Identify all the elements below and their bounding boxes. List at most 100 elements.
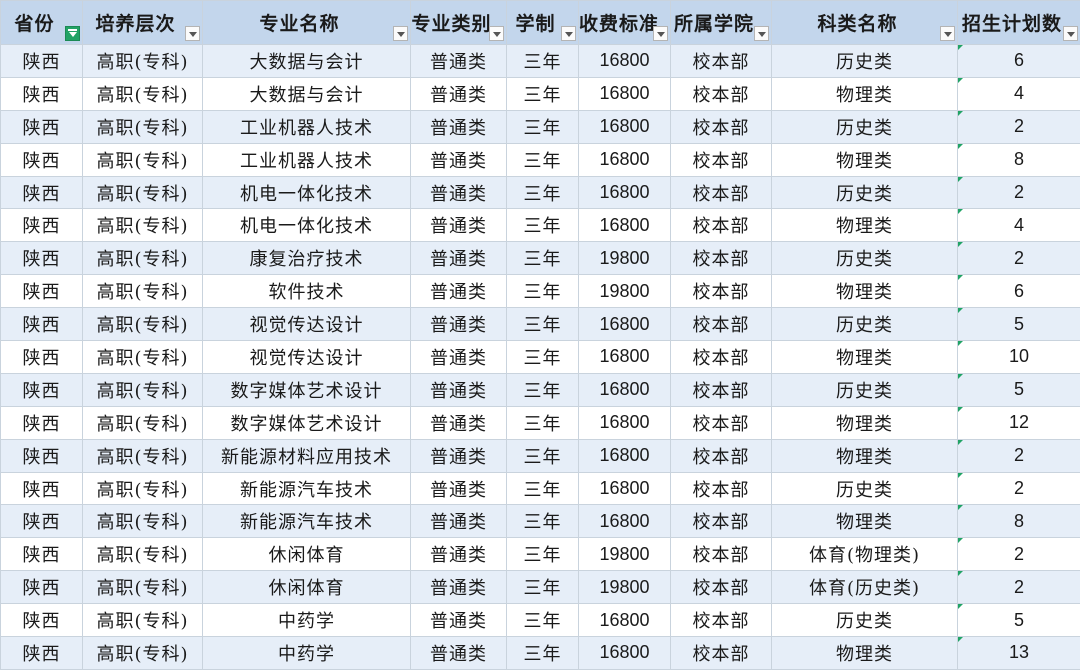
cell-province[interactable]: 陕西: [1, 637, 83, 670]
filter-dropdown-icon[interactable]: [185, 26, 200, 41]
cell-major[interactable]: 数字媒体艺术设计: [203, 406, 411, 439]
cell-subject[interactable]: 体育(物理类): [772, 538, 958, 571]
cell-plan[interactable]: 5: [958, 308, 1080, 341]
cell-college[interactable]: 校本部: [671, 275, 772, 308]
cell-duration[interactable]: 三年: [507, 373, 579, 406]
cell-subject[interactable]: 历史类: [772, 373, 958, 406]
cell-plan[interactable]: 2: [958, 439, 1080, 472]
filter-dropdown-icon[interactable]: [940, 26, 955, 41]
cell-fee[interactable]: 16800: [579, 45, 671, 78]
cell-province[interactable]: 陕西: [1, 176, 83, 209]
cell-college[interactable]: 校本部: [671, 242, 772, 275]
cell-duration[interactable]: 三年: [507, 439, 579, 472]
cell-duration[interactable]: 三年: [507, 604, 579, 637]
cell-college[interactable]: 校本部: [671, 209, 772, 242]
column-header-level[interactable]: 培养层次: [83, 1, 203, 45]
filter-dropdown-icon[interactable]: [489, 26, 504, 41]
cell-level[interactable]: 高职(专科): [83, 538, 203, 571]
cell-college[interactable]: 校本部: [671, 571, 772, 604]
cell-subject[interactable]: 物理类: [772, 406, 958, 439]
cell-fee[interactable]: 16800: [579, 439, 671, 472]
cell-province[interactable]: 陕西: [1, 110, 83, 143]
cell-duration[interactable]: 三年: [507, 45, 579, 78]
cell-category[interactable]: 普通类: [411, 637, 507, 670]
cell-college[interactable]: 校本部: [671, 604, 772, 637]
filter-dropdown-icon[interactable]: [754, 26, 769, 41]
cell-province[interactable]: 陕西: [1, 308, 83, 341]
cell-category[interactable]: 普通类: [411, 143, 507, 176]
cell-subject[interactable]: 历史类: [772, 242, 958, 275]
cell-level[interactable]: 高职(专科): [83, 275, 203, 308]
cell-fee[interactable]: 16800: [579, 341, 671, 374]
cell-province[interactable]: 陕西: [1, 209, 83, 242]
cell-province[interactable]: 陕西: [1, 472, 83, 505]
cell-plan[interactable]: 2: [958, 110, 1080, 143]
cell-duration[interactable]: 三年: [507, 472, 579, 505]
cell-college[interactable]: 校本部: [671, 77, 772, 110]
cell-level[interactable]: 高职(专科): [83, 110, 203, 143]
cell-province[interactable]: 陕西: [1, 538, 83, 571]
cell-duration[interactable]: 三年: [507, 406, 579, 439]
cell-subject[interactable]: 物理类: [772, 341, 958, 374]
filter-dropdown-icon[interactable]: [393, 26, 408, 41]
cell-fee[interactable]: 16800: [579, 604, 671, 637]
cell-province[interactable]: 陕西: [1, 77, 83, 110]
cell-major[interactable]: 大数据与会计: [203, 45, 411, 78]
cell-major[interactable]: 中药学: [203, 637, 411, 670]
cell-category[interactable]: 普通类: [411, 472, 507, 505]
cell-college[interactable]: 校本部: [671, 406, 772, 439]
column-header-college[interactable]: 所属学院: [671, 1, 772, 45]
filter-dropdown-icon[interactable]: [653, 26, 668, 41]
cell-duration[interactable]: 三年: [507, 275, 579, 308]
cell-category[interactable]: 普通类: [411, 505, 507, 538]
column-header-subject[interactable]: 科类名称: [772, 1, 958, 45]
cell-category[interactable]: 普通类: [411, 77, 507, 110]
cell-college[interactable]: 校本部: [671, 472, 772, 505]
cell-subject[interactable]: 历史类: [772, 308, 958, 341]
cell-duration[interactable]: 三年: [507, 505, 579, 538]
cell-plan[interactable]: 4: [958, 209, 1080, 242]
cell-fee[interactable]: 16800: [579, 637, 671, 670]
column-header-fee[interactable]: 收费标准: [579, 1, 671, 45]
cell-duration[interactable]: 三年: [507, 538, 579, 571]
cell-plan[interactable]: 2: [958, 242, 1080, 275]
filter-dropdown-icon[interactable]: [1063, 26, 1078, 41]
cell-plan[interactable]: 12: [958, 406, 1080, 439]
cell-college[interactable]: 校本部: [671, 637, 772, 670]
filter-active-icon[interactable]: [65, 26, 80, 41]
filter-dropdown-icon[interactable]: [561, 26, 576, 41]
cell-subject[interactable]: 物理类: [772, 275, 958, 308]
cell-major[interactable]: 休闲体育: [203, 571, 411, 604]
cell-subject[interactable]: 物理类: [772, 77, 958, 110]
cell-province[interactable]: 陕西: [1, 439, 83, 472]
cell-category[interactable]: 普通类: [411, 176, 507, 209]
cell-major[interactable]: 康复治疗技术: [203, 242, 411, 275]
cell-major[interactable]: 工业机器人技术: [203, 143, 411, 176]
cell-major[interactable]: 新能源汽车技术: [203, 472, 411, 505]
cell-fee[interactable]: 19800: [579, 242, 671, 275]
cell-category[interactable]: 普通类: [411, 604, 507, 637]
cell-duration[interactable]: 三年: [507, 176, 579, 209]
cell-duration[interactable]: 三年: [507, 637, 579, 670]
cell-plan[interactable]: 5: [958, 373, 1080, 406]
cell-duration[interactable]: 三年: [507, 242, 579, 275]
cell-level[interactable]: 高职(专科): [83, 176, 203, 209]
cell-major[interactable]: 新能源材料应用技术: [203, 439, 411, 472]
cell-category[interactable]: 普通类: [411, 406, 507, 439]
cell-plan[interactable]: 2: [958, 538, 1080, 571]
cell-college[interactable]: 校本部: [671, 176, 772, 209]
cell-subject[interactable]: 历史类: [772, 472, 958, 505]
cell-level[interactable]: 高职(专科): [83, 242, 203, 275]
cell-plan[interactable]: 5: [958, 604, 1080, 637]
cell-level[interactable]: 高职(专科): [83, 45, 203, 78]
cell-category[interactable]: 普通类: [411, 308, 507, 341]
cell-college[interactable]: 校本部: [671, 373, 772, 406]
cell-major[interactable]: 视觉传达设计: [203, 341, 411, 374]
cell-province[interactable]: 陕西: [1, 505, 83, 538]
cell-college[interactable]: 校本部: [671, 439, 772, 472]
cell-duration[interactable]: 三年: [507, 308, 579, 341]
cell-duration[interactable]: 三年: [507, 341, 579, 374]
cell-fee[interactable]: 16800: [579, 472, 671, 505]
cell-level[interactable]: 高职(专科): [83, 406, 203, 439]
cell-college[interactable]: 校本部: [671, 45, 772, 78]
